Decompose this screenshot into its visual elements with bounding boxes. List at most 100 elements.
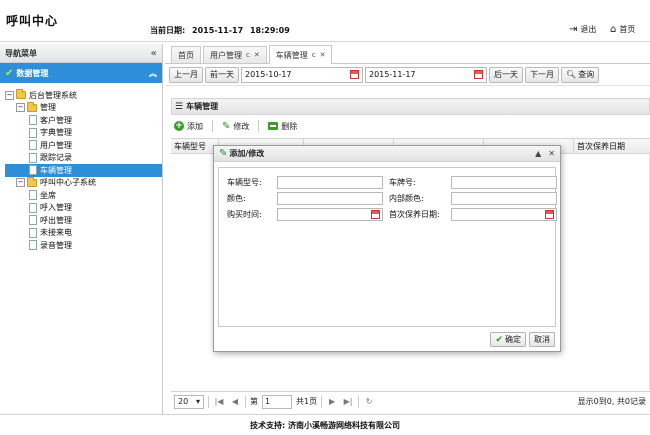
query-button[interactable]: 🔍︎ 查询 bbox=[561, 66, 600, 83]
tab-home[interactable]: 首页 bbox=[171, 46, 201, 63]
next-page-icon[interactable]: ▶ bbox=[326, 397, 338, 406]
close-icon[interactable]: ✕ bbox=[254, 51, 260, 59]
chevron-up-icon: ︽ bbox=[149, 68, 157, 78]
cancel-button[interactable]: 取消 bbox=[529, 332, 555, 347]
dialog-title: 添加/修改 bbox=[229, 149, 265, 158]
form-row: 车辆型号: bbox=[227, 176, 383, 189]
file-icon bbox=[29, 165, 37, 176]
tree-item-missed-calls[interactable]: 未接来电 bbox=[5, 227, 162, 240]
pencil-icon: ✎ bbox=[219, 148, 228, 159]
pager-divider bbox=[245, 395, 246, 408]
nav-tree: − 后台管理系统 − 管理 客户管理 字典管理 用户管理 跟踪记录 车辆管理 −… bbox=[0, 83, 162, 252]
page-prefix: 第 bbox=[250, 397, 258, 406]
start-date-value: 2015-10-17 bbox=[245, 70, 292, 79]
dialog-form: 车辆型号: 车牌号: 颜色: 内部颜色: 购买时间: 首次保养日期: bbox=[218, 167, 557, 327]
tree-label: 录音管理 bbox=[40, 240, 72, 250]
start-date-input[interactable]: 2015-10-17 bbox=[241, 66, 363, 83]
end-date-input[interactable]: 2015-11-17 bbox=[365, 66, 487, 83]
color-input[interactable] bbox=[277, 192, 383, 205]
confirm-button[interactable]: ✔ 确定 bbox=[490, 332, 526, 347]
file-icon bbox=[29, 240, 37, 251]
tree-item-agent[interactable]: 坐席 bbox=[5, 189, 162, 202]
nav-section-label: 数据管理 bbox=[16, 68, 49, 78]
tree-label: 管理 bbox=[40, 103, 56, 113]
toolbar-divider bbox=[212, 120, 213, 132]
tree-node-management[interactable]: − 管理 bbox=[5, 101, 162, 115]
calendar-icon[interactable] bbox=[350, 70, 359, 79]
next-day-button[interactable]: 后一天 bbox=[489, 66, 523, 83]
first-page-icon[interactable]: |◀ bbox=[213, 397, 225, 406]
page-number-input[interactable]: 1 bbox=[262, 394, 292, 409]
refresh-icon[interactable]: c bbox=[312, 51, 316, 59]
calendar-icon[interactable] bbox=[545, 210, 554, 219]
tree-label: 字典管理 bbox=[40, 128, 72, 138]
folder-icon bbox=[16, 89, 26, 100]
refresh-icon[interactable]: c bbox=[246, 51, 250, 59]
add-edit-dialog: ✎ 添加/修改 ▲ ✕ 车辆型号: 车牌号: 颜色: 内部颜色: 购买时间: 首… bbox=[213, 145, 561, 352]
prev-month-button[interactable]: 上一月 bbox=[169, 66, 203, 83]
column-header[interactable]: 首次保养日期 bbox=[574, 139, 650, 153]
tree-item-tracking[interactable]: 跟踪记录 bbox=[5, 152, 162, 165]
home-button[interactable]: ⌂ 首页 bbox=[610, 24, 635, 35]
model-label: 车辆型号: bbox=[227, 178, 262, 187]
file-icon bbox=[29, 140, 37, 151]
collapse-toggle-icon[interactable]: − bbox=[5, 90, 14, 100]
nav-section-data-management[interactable]: ✔ 数据管理 ︽ bbox=[0, 63, 162, 83]
close-icon[interactable]: ✕ bbox=[548, 149, 555, 158]
plate-input[interactable] bbox=[451, 176, 557, 189]
collapse-icon[interactable]: « bbox=[151, 48, 157, 59]
purchase-date-input[interactable] bbox=[277, 208, 383, 221]
collapse-toggle-icon[interactable]: − bbox=[16, 178, 25, 188]
prev-page-icon[interactable]: ◀ bbox=[229, 397, 241, 406]
tree-label: 呼出管理 bbox=[40, 215, 72, 225]
purchase-date-label: 购买时间: bbox=[227, 210, 262, 219]
inner-color-input[interactable] bbox=[451, 192, 557, 205]
model-input[interactable] bbox=[277, 176, 383, 189]
tree-label: 车辆管理 bbox=[40, 165, 72, 175]
refresh-icon[interactable]: ↻ bbox=[363, 397, 375, 406]
close-icon[interactable]: ✕ bbox=[320, 51, 326, 59]
add-icon: + bbox=[174, 121, 184, 131]
edit-button[interactable]: ✎ 修改 bbox=[219, 121, 252, 132]
tree-label: 坐席 bbox=[40, 190, 56, 200]
file-icon bbox=[29, 152, 37, 163]
add-button[interactable]: + 添加 bbox=[171, 121, 206, 132]
panel-title: ☰ 车辆管理 bbox=[171, 98, 650, 115]
next-month-button[interactable]: 下一月 bbox=[525, 66, 559, 83]
tree-item-outbound[interactable]: 呼出管理 bbox=[5, 214, 162, 227]
collapse-toggle-icon[interactable]: − bbox=[16, 103, 25, 113]
file-icon bbox=[29, 227, 37, 238]
tab-user-management[interactable]: 用户管理 c ✕ bbox=[203, 46, 267, 63]
pager-info: 显示0到0, 共0记录 bbox=[577, 397, 646, 406]
file-icon bbox=[29, 202, 37, 213]
first-maintenance-input[interactable] bbox=[451, 208, 557, 221]
dialog-title-bar[interactable]: ✎ 添加/修改 ▲ ✕ bbox=[214, 146, 560, 162]
tab-vehicle-management[interactable]: 车辆管理 c ✕ bbox=[268, 45, 333, 64]
prev-day-button[interactable]: 前一天 bbox=[205, 66, 239, 83]
tree-node-callcenter-subsystem[interactable]: − 呼叫中心子系统 bbox=[5, 176, 162, 190]
pagination: 20 ▾ |◀ ◀ 第 1 共1页 ▶ ▶| ↻ 显示0到0, 共0记录 bbox=[171, 391, 650, 411]
pager-divider bbox=[208, 395, 209, 408]
form-row: 购买时间: bbox=[227, 208, 383, 221]
column-header[interactable]: 车辆型号 bbox=[171, 139, 219, 153]
page-size-select[interactable]: 20 ▾ bbox=[174, 394, 204, 409]
last-page-icon[interactable]: ▶| bbox=[342, 397, 354, 406]
tree-node-backend-system[interactable]: − 后台管理系统 bbox=[5, 89, 162, 102]
calendar-icon[interactable] bbox=[371, 210, 380, 219]
logout-button[interactable]: ⇥ 退出 bbox=[569, 24, 596, 35]
tree-item-customer[interactable]: 客户管理 bbox=[5, 114, 162, 127]
tree-item-vehicle[interactable]: 车辆管理 bbox=[5, 164, 162, 177]
tree-item-recordings[interactable]: 录音管理 bbox=[5, 239, 162, 252]
calendar-icon[interactable] bbox=[474, 70, 483, 79]
tree-label: 未接来电 bbox=[40, 228, 72, 238]
tree-item-user[interactable]: 用户管理 bbox=[5, 139, 162, 152]
color-label: 颜色: bbox=[227, 194, 246, 203]
delete-button[interactable]: 删除 bbox=[265, 121, 300, 132]
edit-label: 修改 bbox=[233, 121, 250, 131]
tree-item-inbound[interactable]: 呼入管理 bbox=[5, 202, 162, 215]
nav-menu-header: 导航菜单 « bbox=[0, 44, 162, 63]
minimize-icon[interactable]: ▲ bbox=[535, 149, 541, 158]
tree-item-dictionary[interactable]: 字典管理 bbox=[5, 127, 162, 140]
page-total: 共1页 bbox=[296, 397, 318, 406]
chevron-down-icon: ▾ bbox=[195, 397, 200, 406]
